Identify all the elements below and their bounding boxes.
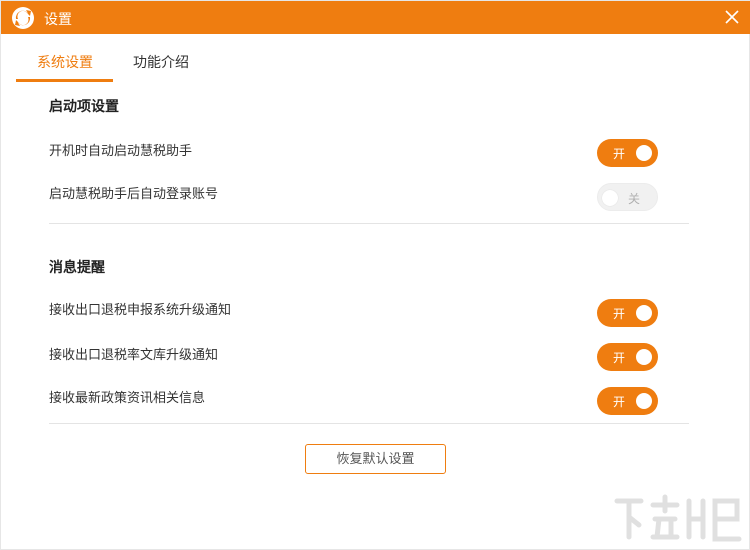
settings-window: 设置 系统设置 功能介绍 启动项设置 开机时自动启动慧税助手 开 启动慧税助手后… [0, 0, 750, 550]
toggle-rate-library[interactable]: 开 [597, 343, 658, 371]
setting-label-policy-news: 接收最新政策资讯相关信息 [49, 391, 206, 406]
toggle-autostart[interactable]: 开 [597, 139, 658, 167]
toggle-policy-news[interactable]: 开 [597, 387, 658, 415]
toggle-state-text: 开 [613, 395, 626, 409]
tab-system-settings[interactable]: 系统设置 [37, 52, 93, 72]
tab-bar: 系统设置 功能介绍 [16, 41, 736, 82]
toggle-knob [602, 190, 618, 206]
title-bar: 设置 [1, 1, 750, 34]
setting-label-system-upgrade: 接收出口退税申报系统升级通知 [49, 303, 232, 318]
toggle-state-text: 关 [628, 192, 641, 206]
close-icon[interactable] [723, 8, 741, 26]
watermark-logo [614, 494, 742, 542]
window-title: 设置 [44, 12, 72, 28]
setting-label-rate-library: 接收出口退税率文库升级通知 [49, 348, 219, 363]
app-logo-icon [12, 7, 34, 29]
toggle-knob [636, 145, 652, 161]
tab-feature-intro[interactable]: 功能介绍 [133, 52, 189, 72]
toggle-state-text: 开 [613, 307, 626, 321]
toggle-system-upgrade[interactable]: 开 [597, 299, 658, 327]
setting-label-autologin: 启动慧税助手后自动登录账号 [49, 187, 219, 202]
section-divider [49, 423, 689, 424]
section-title-startup: 启动项设置 [49, 99, 119, 115]
section-title-notify: 消息提醒 [49, 260, 105, 276]
restore-defaults-button[interactable]: 恢复默认设置 [305, 444, 446, 474]
toggle-state-text: 开 [613, 351, 626, 365]
toggle-knob [636, 393, 652, 409]
active-tab-indicator [16, 79, 113, 82]
toggle-knob [636, 349, 652, 365]
toggle-state-text: 开 [613, 147, 626, 161]
setting-label-autostart: 开机时自动启动慧税助手 [49, 144, 193, 159]
toggle-knob [636, 305, 652, 321]
toggle-autologin[interactable]: 关 [597, 183, 658, 211]
section-divider [49, 223, 689, 224]
